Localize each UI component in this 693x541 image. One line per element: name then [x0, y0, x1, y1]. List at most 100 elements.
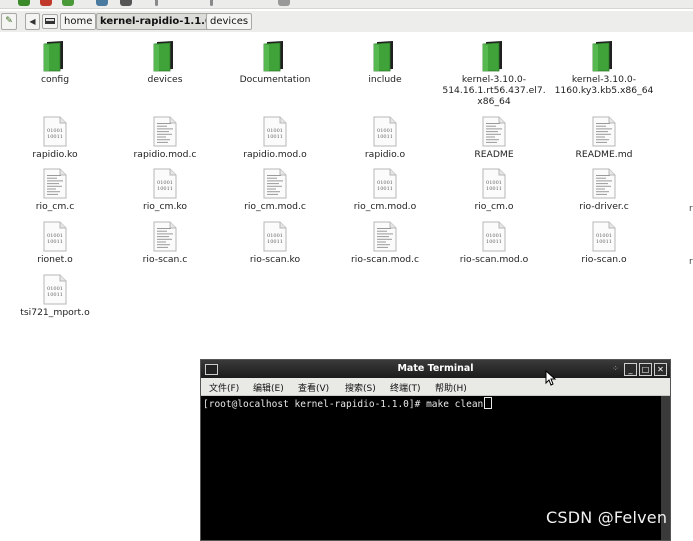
file-name-label: Documentation	[239, 74, 311, 85]
file-name-label: rio_cm.mod.o	[353, 201, 417, 212]
file-item[interactable]: 01001 10011 rio_cm.ko	[112, 168, 218, 212]
binary-file-icon: 01001 10011	[441, 221, 547, 252]
file-name-label: config	[40, 74, 70, 85]
file-item[interactable]: 01001 10011 rio-scan.ko	[222, 221, 328, 265]
folder-item[interactable]: kernel-3.10.0-514.16.1.rt56.437.el7.x86_…	[441, 40, 547, 107]
terminal-command: make clean	[426, 399, 484, 410]
clipped-file-label: r	[689, 257, 693, 267]
breadcrumb-devices[interactable]: devices	[206, 13, 253, 30]
file-name-label: rapidio.ko	[32, 149, 78, 160]
file-item[interactable]: rio-scan.c	[112, 221, 218, 265]
text-file-icon	[222, 168, 328, 199]
file-item[interactable]: 01001 10011 rio_cm.mod.o	[332, 168, 438, 212]
svg-text:10011: 10011	[47, 239, 63, 245]
file-name-label: kernel-3.10.0-1160.ky3.kb5.x86_64	[554, 74, 654, 96]
location-bar: ✎ ◀ home kernel-rapidio-1.1.0 devices	[0, 11, 693, 32]
binary-file-icon: 01001 10011	[2, 274, 108, 305]
toolbar-icon[interactable]	[120, 0, 132, 6]
file-name-label: rapidio.mod.o	[243, 149, 307, 160]
file-item[interactable]: 01001 10011 rio-scan.o	[551, 221, 657, 265]
menu-view[interactable]: 查看(V)	[298, 381, 329, 394]
binary-file-icon: 01001 10011	[332, 168, 438, 199]
toolbar-icon[interactable]	[18, 0, 30, 6]
file-name-label: tsi721_mport.o	[20, 307, 90, 318]
file-item[interactable]: 01001 10011 rapidio.o	[332, 116, 438, 160]
file-name-label: rio_cm.c	[35, 201, 75, 212]
file-item[interactable]: rio-scan.mod.c	[332, 221, 438, 265]
svg-text:10011: 10011	[486, 186, 502, 192]
file-item[interactable]: rio_cm.mod.c	[222, 168, 328, 212]
file-item[interactable]: 01001 10011 tsi721_mport.o	[2, 274, 108, 318]
file-name-label: rapidio.mod.c	[133, 149, 197, 160]
folder-icon	[441, 40, 547, 72]
folder-item[interactable]: include	[332, 40, 438, 85]
text-file-icon	[441, 116, 547, 147]
folder-icon	[332, 40, 438, 72]
svg-text:10011: 10011	[596, 239, 612, 245]
file-manager-toolbar	[0, 0, 693, 9]
toolbar-icon[interactable]	[96, 0, 108, 6]
svg-text:10011: 10011	[267, 239, 283, 245]
file-name-label: rio-scan.mod.o	[459, 254, 529, 265]
file-item[interactable]: README.md	[551, 116, 657, 160]
folder-icon	[2, 40, 108, 72]
folder-item[interactable]: config	[2, 40, 108, 85]
folder-icon	[112, 40, 218, 72]
svg-text:10011: 10011	[377, 134, 393, 140]
text-file-icon	[551, 116, 657, 147]
file-name-label: README	[474, 149, 514, 160]
watermark: CSDN @Felven	[546, 508, 668, 527]
file-name-label: rio_cm.o	[474, 201, 514, 212]
drive-icon[interactable]	[42, 14, 58, 29]
breadcrumb-kernel-rapidio[interactable]: kernel-rapidio-1.1.0	[96, 13, 216, 30]
file-item[interactable]: 01001 10011 rio-scan.mod.o	[441, 221, 547, 265]
terminal-titlebar[interactable]: Mate Terminal ⁘ _ □ ✕	[201, 360, 670, 378]
breadcrumb-home[interactable]: home	[60, 13, 97, 30]
toolbar-icon[interactable]	[40, 0, 52, 6]
file-name-label: rio-scan.mod.c	[350, 254, 420, 265]
toolbar-icon[interactable]	[210, 0, 213, 6]
file-name-label: include	[368, 74, 402, 85]
file-item[interactable]: README	[441, 116, 547, 160]
file-name-label: rio-scan.c	[142, 254, 188, 265]
terminal-command-line: [root@localhost kernel-rapidio-1.1.0]# m…	[203, 397, 493, 410]
menu-help[interactable]: 帮助(H)	[435, 381, 467, 394]
file-name-label: rionet.o	[37, 254, 73, 265]
file-name-label: README.md	[575, 149, 633, 160]
file-item[interactable]: rio-driver.c	[551, 168, 657, 212]
clipped-file-label: r	[689, 204, 693, 214]
folder-item[interactable]: kernel-3.10.0-1160.ky3.kb5.x86_64	[551, 40, 657, 96]
svg-text:10011: 10011	[47, 134, 63, 140]
text-file-icon	[112, 116, 218, 147]
file-item[interactable]: 01001 10011 rionet.o	[2, 221, 108, 265]
menu-file[interactable]: 文件(F)	[209, 381, 239, 394]
file-name-label: devices	[147, 74, 183, 85]
breadcrumb-scroll-left-icon[interactable]: ◀	[25, 13, 40, 30]
svg-text:10011: 10011	[486, 239, 502, 245]
folder-icon	[551, 40, 657, 72]
close-button[interactable]: ✕	[654, 363, 667, 376]
maximize-button[interactable]: □	[639, 363, 652, 376]
minimize-button[interactable]: _	[624, 363, 637, 376]
location-edit-toggle-icon[interactable]: ✎	[1, 13, 17, 30]
menu-search[interactable]: 搜索(S)	[345, 381, 376, 394]
folder-item[interactable]: Documentation	[222, 40, 328, 85]
binary-file-icon: 01001 10011	[2, 221, 108, 252]
folder-icon	[222, 40, 328, 72]
svg-text:10011: 10011	[157, 186, 173, 192]
toolbar-icon[interactable]	[278, 0, 290, 6]
file-item[interactable]: 01001 10011 rapidio.mod.o	[222, 116, 328, 160]
svg-text:10011: 10011	[47, 292, 63, 298]
menu-terminal[interactable]: 终端(T)	[390, 381, 421, 394]
toolbar-icon[interactable]	[155, 0, 158, 6]
binary-file-icon: 01001 10011	[2, 116, 108, 147]
binary-file-icon: 01001 10011	[222, 221, 328, 252]
file-item[interactable]: 01001 10011 rio_cm.o	[441, 168, 547, 212]
file-item[interactable]: 01001 10011 rapidio.ko	[2, 116, 108, 160]
menu-edit[interactable]: 编辑(E)	[253, 381, 284, 394]
file-item[interactable]: rapidio.mod.c	[112, 116, 218, 160]
toolbar-icon[interactable]	[62, 0, 74, 6]
text-file-icon	[2, 168, 108, 199]
folder-item[interactable]: devices	[112, 40, 218, 85]
file-item[interactable]: rio_cm.c	[2, 168, 108, 212]
